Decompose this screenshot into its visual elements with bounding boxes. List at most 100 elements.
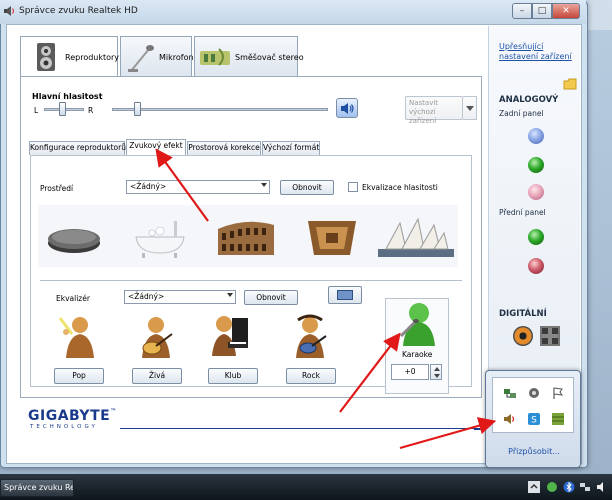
minimize-button[interactable]: – (512, 3, 532, 19)
taskbar-realtek-button[interactable]: Správce zvuku Realte... (0, 479, 74, 497)
close-button[interactable]: ✕ (552, 3, 580, 19)
network-icon[interactable] (503, 386, 517, 400)
karaoke-value-input[interactable]: +0 (391, 364, 429, 380)
tab-speaker-config[interactable]: Konfigurace reproduktorů (29, 141, 126, 155)
maximize-button[interactable]: □ (532, 3, 552, 19)
master-volume-slider[interactable] (134, 102, 141, 116)
pop-singer-icon[interactable] (58, 314, 98, 360)
tab-microphone[interactable]: Mikrofon (120, 36, 194, 76)
environment-selected: <Žádný> (130, 182, 167, 191)
rear-jack-green[interactable] (528, 157, 544, 173)
volume-left-label: L (34, 106, 39, 115)
tab-sound-effect[interactable]: Zvukový efekt (126, 139, 186, 155)
customize-link[interactable]: Přizpůsobit... (486, 447, 582, 456)
brand-name: GIGABYTE (28, 408, 111, 424)
rear-jack-pink[interactable] (528, 184, 544, 200)
eq-preset-club[interactable]: Klub (208, 368, 258, 384)
volume-tray-icon[interactable] (596, 481, 608, 493)
skype-icon[interactable]: S (527, 412, 541, 426)
equalizer-label: Ekvalizér (56, 294, 90, 303)
club-pianist-icon[interactable] (210, 312, 250, 358)
tab-room-correction[interactable]: Prostorová korekce (187, 141, 261, 155)
tab-default-format[interactable]: Výchozí formát (262, 141, 320, 155)
taskbar (0, 474, 612, 500)
rock-guitarist-icon[interactable] (290, 314, 330, 360)
realtek-speaker-icon[interactable] (503, 412, 517, 426)
digital-label: DIGITÁLNÍ (499, 309, 547, 319)
speaker-icon (4, 6, 15, 16)
equalizer-grid-icon (337, 290, 353, 300)
brand-line (120, 428, 480, 429)
show-hidden-icons-icon[interactable] (528, 481, 540, 493)
environment-reset-button[interactable]: Obnovit (280, 180, 334, 195)
set-default-device-button[interactable]: Nastavit výchozí zařízení (405, 96, 463, 125)
front-jack-green[interactable] (528, 229, 544, 245)
equalizer-select[interactable]: <Žádný> (124, 290, 236, 304)
gigabyte-subtitle: TECHNOLOGY (30, 424, 98, 430)
section-divider (40, 280, 462, 281)
wooden-room-environment-icon[interactable] (302, 211, 362, 261)
window-controls: – □ ✕ (512, 3, 580, 19)
front-jack-red[interactable] (528, 258, 544, 274)
optical-jack-icon[interactable] (540, 326, 560, 346)
chevron-down-icon (466, 106, 474, 111)
speaker-volume-icon (341, 103, 354, 114)
loudness-equalization-checkbox[interactable] (348, 182, 358, 192)
front-panel-label: Přední panel (499, 208, 546, 217)
mute-button[interactable] (336, 98, 358, 118)
action-center-flag-icon[interactable] (551, 386, 565, 400)
network-tray-icon[interactable] (579, 481, 591, 493)
chevron-down-icon[interactable] (434, 374, 440, 378)
tab-speakers[interactable]: Reproduktory (20, 36, 119, 78)
svg-text:S: S (531, 416, 537, 426)
environment-presets (38, 205, 458, 267)
microphone-icon (128, 45, 154, 72)
effect-subtabs: Konfigurace reproduktorů Zvukový efekt P… (29, 139, 329, 155)
balance-slider[interactable] (59, 102, 66, 116)
eq-preset-live[interactable]: Živá (132, 368, 182, 384)
eq-preset-pop[interactable]: Pop (54, 368, 104, 384)
speakers-icon (37, 43, 55, 71)
gear-icon[interactable] (527, 386, 541, 400)
equalizer-reset-button[interactable]: Obnovit (244, 290, 298, 305)
stone-environment-icon[interactable] (44, 211, 104, 261)
window-title: Správce zvuku Realtek HD (19, 6, 138, 16)
karaoke-singer-icon[interactable] (395, 300, 439, 348)
advanced-settings-link[interactable]: Upřesňující nastavení zařízení (499, 42, 575, 62)
tray-app-icon[interactable] (546, 481, 558, 493)
gigabyte-logo: GIGABYTE™ (28, 408, 117, 424)
volume-right-label: R (88, 106, 94, 115)
tray-icons-area: S (492, 377, 574, 433)
default-device-dropdown[interactable] (463, 96, 477, 120)
colosseum-environment-icon[interactable] (216, 211, 276, 261)
app-green-icon[interactable] (551, 412, 565, 426)
tab-stereo-mixer-label: Směšovač stereo (235, 53, 304, 62)
karaoke-label: Karaoke (402, 350, 433, 359)
bluetooth-icon[interactable] (563, 481, 575, 493)
chevron-up-icon[interactable] (434, 367, 440, 371)
volume-track (112, 108, 328, 111)
karaoke-spinner[interactable] (430, 364, 442, 380)
coaxial-jack-icon[interactable] (513, 326, 533, 346)
tray-overflow-popup: S Přizpůsobit... (485, 370, 581, 468)
analog-label: ANALOGOVÝ (499, 95, 559, 105)
live-guitarist-icon[interactable] (136, 314, 176, 360)
tab-stereo-mixer[interactable]: Směšovač stereo (194, 36, 304, 76)
brand-tm: ™ (110, 408, 117, 415)
chevron-down-icon (227, 293, 233, 297)
bathroom-environment-icon[interactable] (130, 211, 190, 261)
environment-select[interactable]: <Žádný> (126, 180, 270, 194)
master-volume-label: Hlavní hlasitost (32, 92, 103, 101)
folder-icon[interactable] (563, 78, 577, 90)
mixer-icon (200, 48, 230, 66)
device-tabs: Reproduktory Mikrofon Směšovač stereo (20, 36, 482, 78)
tab-microphone-label: Mikrofon (159, 53, 194, 62)
chevron-down-icon (261, 183, 267, 187)
opera-house-environment-icon[interactable] (378, 211, 454, 261)
loudness-equalization-label: Ekvalizace hlasitosti (362, 183, 438, 192)
environment-label: Prostředí (40, 184, 74, 193)
rear-panel-label: Zadní panel (499, 109, 544, 118)
rear-jack-blue[interactable] (528, 128, 544, 144)
eq-preset-rock[interactable]: Rock (286, 368, 336, 384)
graphic-eq-button[interactable] (328, 286, 362, 304)
